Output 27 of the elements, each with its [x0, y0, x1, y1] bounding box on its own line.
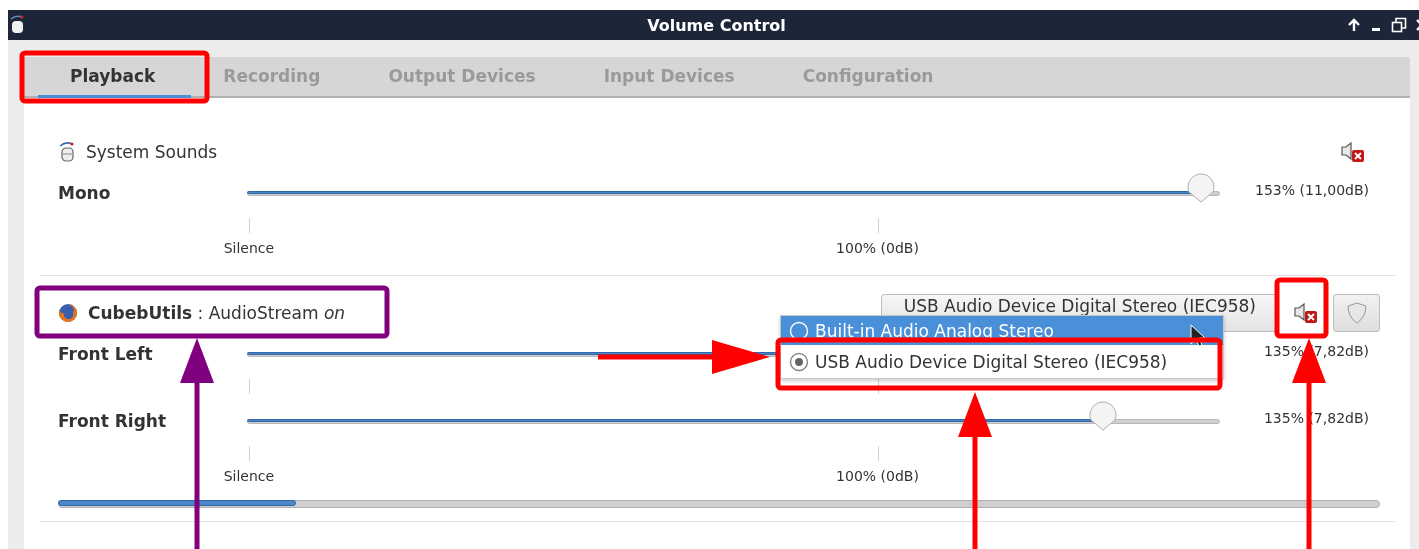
bell-icon: [58, 141, 76, 163]
speaker-muted-icon: [1294, 302, 1318, 324]
slider-thumb[interactable]: [1185, 171, 1216, 203]
window-title: Volume Control: [646, 15, 787, 35]
mouse-pointer-icon: [1190, 324, 1206, 348]
volume-reading: 153% (11,00dB): [1254, 182, 1370, 198]
scale-label: Silence: [223, 240, 275, 256]
shield-icon: [1346, 302, 1367, 324]
restore-icon[interactable]: [1391, 17, 1407, 33]
tab[interactable]: Recording: [191, 57, 357, 98]
radio-button[interactable]: [789, 351, 809, 372]
tab[interactable]: Configuration: [770, 57, 970, 98]
app-icon: [10, 15, 26, 35]
stream-title: System Sounds: [86, 142, 219, 162]
tab[interactable]: Output Devices: [356, 57, 572, 98]
channel-label: Front Left: [58, 344, 154, 364]
arrow-up-icon[interactable]: [1347, 18, 1361, 32]
slider-thumb[interactable]: [1088, 399, 1119, 431]
stream-title: CubebUtils : AudioStream on: [88, 303, 347, 323]
scale-label: 100% (0dB): [836, 240, 919, 256]
tab[interactable]: Input Devices: [571, 57, 771, 98]
scale-label: 100% (0dB): [836, 468, 919, 484]
speaker-muted-icon: [1341, 141, 1365, 163]
globe-icon: [58, 303, 78, 323]
channel-label: Mono: [58, 183, 112, 203]
channel-label: Front Right: [58, 411, 168, 431]
scale-label: Silence: [223, 468, 275, 484]
